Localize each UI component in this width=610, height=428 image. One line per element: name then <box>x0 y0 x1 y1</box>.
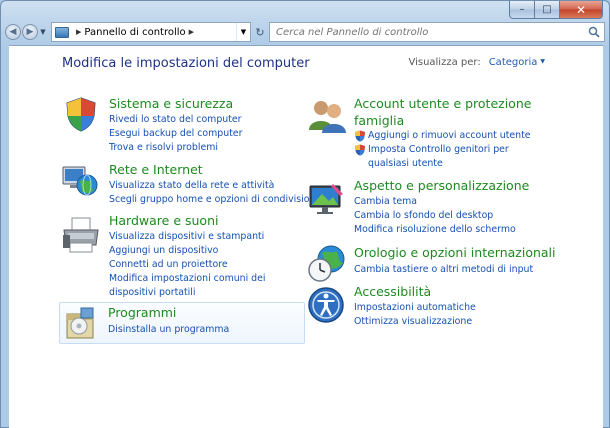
maximize-button[interactable]: □ <box>535 1 560 19</box>
link-item[interactable]: Disinstalla un programma <box>108 323 229 337</box>
category-title[interactable]: Orologio e opzioni internazionali <box>354 245 556 260</box>
link-item[interactable]: Cambia tema <box>354 195 516 209</box>
link-item[interactable]: Aggiungi un dispositivo <box>109 244 303 258</box>
category-title[interactable]: Sistema e sicurezza <box>109 96 233 111</box>
link-item[interactable]: Visualizza dispositivi e stampanti <box>109 230 303 244</box>
address-dropdown-icon[interactable]: ▼ <box>236 23 250 41</box>
search-box[interactable] <box>269 22 605 42</box>
programs-icon <box>66 307 94 339</box>
link-item[interactable]: Esegui backup del computer <box>109 127 242 141</box>
recent-pages-dropdown[interactable]: ▼ <box>39 28 47 36</box>
link-item[interactable]: Impostazioni automatiche <box>354 301 476 315</box>
dropdown-arrow-icon: ▼ <box>540 58 545 65</box>
page-title: Modifica le impostazioni del computer <box>62 56 310 71</box>
minimize-button[interactable]: – <box>509 1 535 19</box>
breadcrumb-chevron-icon[interactable]: ▶ <box>76 28 81 36</box>
clock-globe-icon <box>308 245 345 282</box>
breadcrumb-location[interactable]: Pannello di controllo <box>84 27 185 38</box>
link-item[interactable]: Visualizza stato della rete e attività <box>109 179 321 193</box>
forward-arrow-icon[interactable]: ▶ <box>22 24 38 40</box>
link-item[interactable]: Rivedi lo stato del computer <box>109 113 242 127</box>
category-hardware-sound: Hardware e suoni Visualizza dispositivi … <box>61 213 305 300</box>
caption-buttons: – □ ✕ <box>509 1 603 20</box>
category-appearance: Aspetto e personalizzazione Cambia tema … <box>307 178 552 238</box>
back-arrow-icon[interactable]: ◀ <box>5 24 21 40</box>
category-title[interactable]: Hardware e suoni <box>109 213 218 228</box>
category-title[interactable]: Accessibilità <box>354 284 431 299</box>
category-network-internet: Rete e Internet Visualizza stato della r… <box>61 162 321 208</box>
refresh-icon[interactable]: ↻ <box>252 22 268 42</box>
link-item[interactable]: Ottimizza visualizzazione <box>354 315 476 329</box>
network-globe-icon <box>62 166 98 196</box>
category-title[interactable]: Aspetto e personalizzazione <box>354 178 529 193</box>
category-title[interactable]: Programmi <box>108 305 176 320</box>
accessibility-icon <box>308 287 344 323</box>
view-by-dropdown[interactable]: Categoria ▼ <box>489 57 545 68</box>
view-by-label: Visualizza per: <box>408 57 481 68</box>
control-panel-window: – □ ✕ ◀ ▶ ▼ ▶ Pannello di controllo ▶ ▼ … <box>0 0 610 428</box>
breadcrumb-chevron-icon[interactable]: ▶ <box>189 28 194 36</box>
link-item[interactable]: Aggiungi o rimuovi account utente <box>368 129 531 143</box>
users-icon <box>309 101 346 133</box>
uac-shield-icon <box>355 130 365 142</box>
category-user-accounts: Account utente e protezione famiglia Agg… <box>307 96 552 172</box>
search-icon[interactable] <box>583 23 604 41</box>
shield-flag-icon <box>66 97 96 132</box>
category-title[interactable]: Account utente e protezione famiglia <box>354 95 552 129</box>
category-system-security: Sistema e sicurezza Rivedi lo stato del … <box>61 96 305 156</box>
close-button[interactable]: ✕ <box>560 1 603 19</box>
category-title[interactable]: Rete e Internet <box>109 162 203 177</box>
appearance-icon <box>309 184 343 214</box>
link-item[interactable]: Trova e risolvi problemi <box>109 141 242 155</box>
control-panel-icon <box>55 26 69 38</box>
link-item[interactable]: Cambia lo sfondo del desktop <box>354 209 516 223</box>
view-by: Visualizza per: Categoria ▼ <box>408 57 545 68</box>
link-item[interactable]: Imposta Controllo genitori per qualsiasi… <box>368 143 552 171</box>
category-clock-region: Orologio e opzioni internazionali Cambia… <box>307 245 556 285</box>
link-item[interactable]: Cambia tastiere o altri metodi di input <box>354 263 533 277</box>
link-item[interactable]: Connetti ad un proiettore <box>109 258 303 272</box>
category-accessibility: Accessibilità Impostazioni automatiche O… <box>307 284 552 332</box>
address-bar[interactable]: ▶ Pannello di controllo ▶ ▼ <box>51 22 251 42</box>
link-item[interactable]: Modifica risoluzione dello schermo <box>354 223 516 237</box>
link-item[interactable]: Scegli gruppo home e opzioni di condivis… <box>109 193 321 207</box>
address-row: ◀ ▶ ▼ ▶ Pannello di controllo ▶ ▼ ↻ <box>5 21 605 43</box>
category-programs[interactable]: Programmi Disinstalla un programma <box>59 302 305 344</box>
content-pane: Modifica le impostazioni del computer Vi… <box>9 45 603 428</box>
search-input[interactable] <box>276 26 584 38</box>
uac-shield-icon <box>355 144 365 156</box>
printer-icon <box>63 217 99 253</box>
link-item[interactable]: Modifica impostazioni comuni dei disposi… <box>109 272 303 300</box>
